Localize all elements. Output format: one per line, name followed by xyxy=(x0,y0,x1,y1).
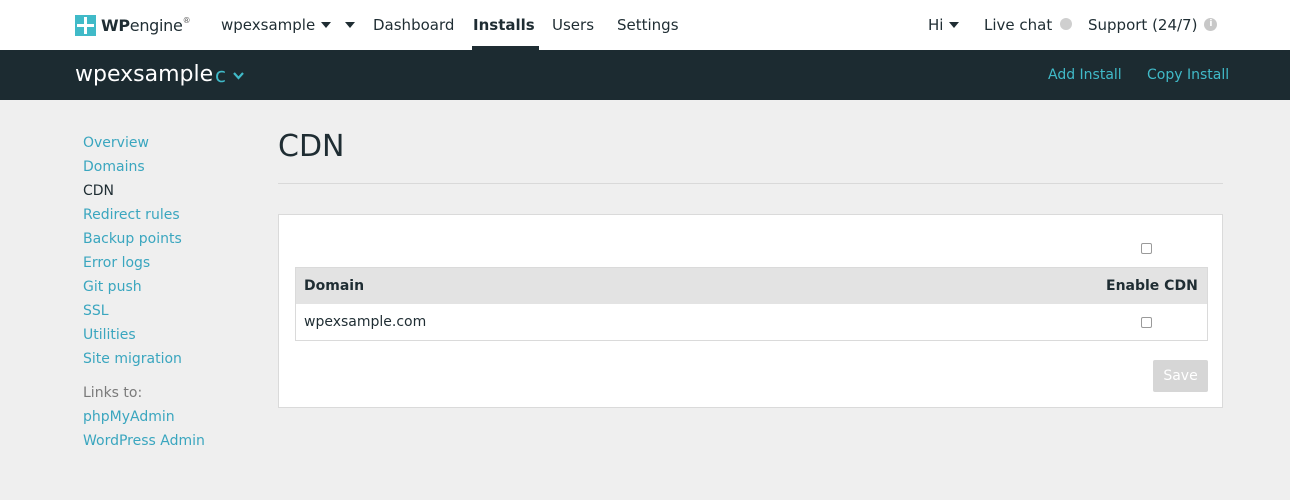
column-header-domain: Domain xyxy=(304,278,365,294)
chat-status-icon xyxy=(1060,18,1073,30)
table-header: Domain Enable CDN xyxy=(296,268,1207,304)
install-header: wpexsample c Add Install Copy Install xyxy=(0,50,1290,100)
logo-wordmark: WPengine® xyxy=(101,15,191,35)
user-menu[interactable]: Hi xyxy=(928,0,960,50)
caret-down-icon[interactable] xyxy=(345,21,356,28)
sidebar-item-error-logs[interactable]: Error logs xyxy=(83,251,205,275)
account-name: wpexsample xyxy=(221,16,316,34)
sidebar-item-redirect-rules[interactable]: Redirect rules xyxy=(83,203,205,227)
sidebar-item-site-migration[interactable]: Site migration xyxy=(83,347,205,371)
info-icon: i xyxy=(1204,17,1218,31)
title-divider xyxy=(278,183,1223,184)
sidebar-item-utilities[interactable]: Utilities xyxy=(83,323,205,347)
caret-down-icon xyxy=(321,21,332,28)
links-to-label: Links to: xyxy=(83,385,143,401)
select-all-cdn-checkbox[interactable] xyxy=(1141,243,1152,254)
nav-settings[interactable]: Settings xyxy=(617,0,679,50)
install-sidebar: Overview Domains CDN Redirect rules Back… xyxy=(83,131,205,453)
table-row: wpexsample.com xyxy=(296,304,1207,340)
column-header-enable-cdn: Enable CDN xyxy=(1106,278,1198,294)
add-install-link[interactable]: Add Install xyxy=(1048,50,1122,100)
caret-down-icon xyxy=(949,21,960,28)
wpengine-logo-icon xyxy=(75,14,96,36)
install-name: wpexsample xyxy=(75,62,214,87)
environment-switcher[interactable]: c xyxy=(215,50,226,100)
sidebar-link-phpmyadmin[interactable]: phpMyAdmin xyxy=(83,405,205,429)
sidebar-link-wordpress-admin[interactable]: WordPress Admin xyxy=(83,429,205,453)
sidebar-item-backup-points[interactable]: Backup points xyxy=(83,227,205,251)
wpengine-logo[interactable]: WPengine® xyxy=(75,14,191,36)
nav-users[interactable]: Users xyxy=(552,0,594,50)
sidebar-item-ssl[interactable]: SSL xyxy=(83,299,205,323)
sidebar-item-domains[interactable]: Domains xyxy=(83,155,205,179)
cdn-table: Domain Enable CDN wpexsample.com xyxy=(295,267,1208,341)
enable-cdn-checkbox[interactable] xyxy=(1141,317,1152,328)
sidebar-item-overview[interactable]: Overview xyxy=(83,131,205,155)
copy-install-link[interactable]: Copy Install xyxy=(1147,50,1229,100)
sidebar-item-git-push[interactable]: Git push xyxy=(83,275,205,299)
account-switcher[interactable]: wpexsample xyxy=(221,0,356,50)
live-chat-link[interactable]: Live chat xyxy=(984,0,1073,50)
domain-cell: wpexsample.com xyxy=(304,314,427,330)
live-chat-label: Live chat xyxy=(984,16,1053,34)
top-navigation: WPengine® wpexsample Dashboard Installs … xyxy=(0,0,1290,50)
save-button[interactable]: Save xyxy=(1153,360,1208,392)
support-label: Support (24/7) xyxy=(1088,16,1198,34)
chevron-down-icon[interactable] xyxy=(233,70,244,81)
sidebar-item-cdn[interactable]: CDN xyxy=(83,179,205,203)
page-title: CDN xyxy=(278,129,345,164)
user-greeting: Hi xyxy=(928,16,944,34)
nav-installs[interactable]: Installs xyxy=(472,0,539,50)
nav-dashboard[interactable]: Dashboard xyxy=(373,0,454,50)
support-link[interactable]: Support (24/7) i xyxy=(1088,0,1218,50)
cdn-panel: Domain Enable CDN wpexsample.com Save xyxy=(278,214,1223,408)
